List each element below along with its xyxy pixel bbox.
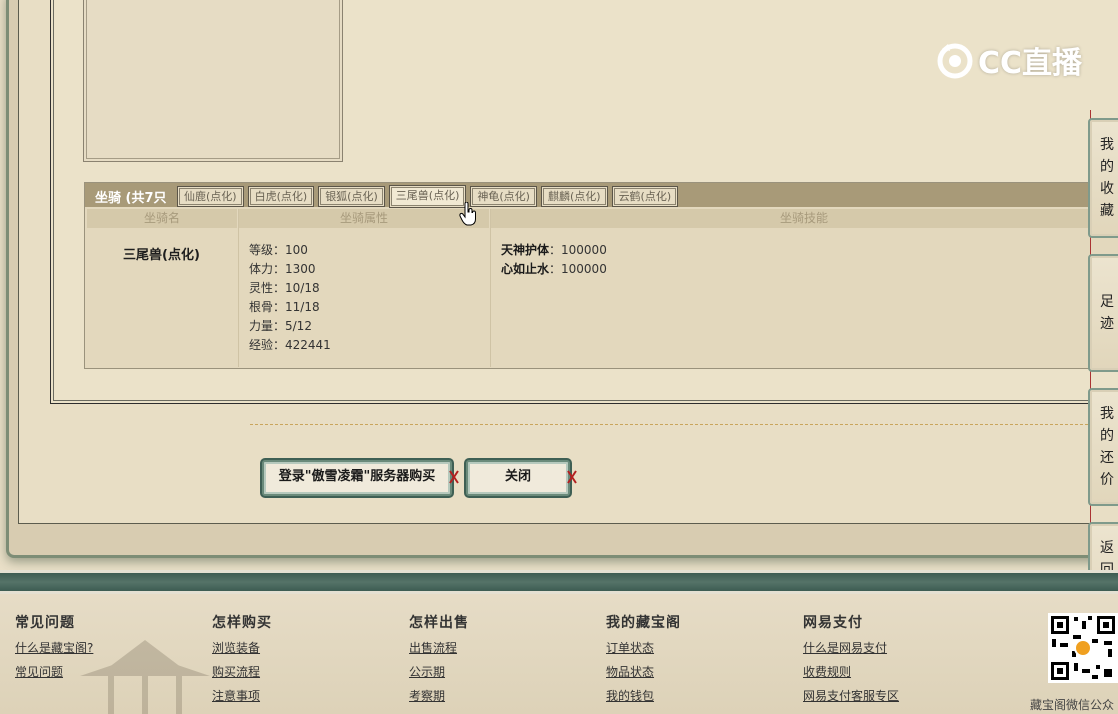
footer-link[interactable]: 物品状态: [606, 660, 681, 684]
footer-column-faq: 常见问题 什么是藏宝阁? 常见问题: [15, 612, 93, 684]
footer-title: 我的藏宝阁: [606, 615, 681, 631]
sidebar-char: 返: [1100, 540, 1114, 556]
sidebar-char: 价: [1100, 472, 1114, 488]
red-knot-icon: [567, 470, 577, 484]
footer-link[interactable]: 出售流程: [409, 636, 469, 660]
attr-root: 根骨：11/18: [249, 300, 320, 314]
footer-link[interactable]: 收费规则: [803, 660, 899, 684]
footer-link[interactable]: 什么是藏宝阁?: [15, 636, 93, 660]
footer-title: 网易支付: [803, 615, 863, 631]
footer-link[interactable]: 公示期: [409, 660, 469, 684]
footer-title: 常见问题: [15, 615, 75, 631]
tab-mount-2[interactable]: 白虎(点化): [247, 186, 315, 207]
footer-link[interactable]: 什么是网易支付: [803, 636, 899, 660]
attr-stamina: 体力：1300: [249, 262, 316, 276]
watermark-text: CC直播: [978, 46, 1083, 81]
skill-name: 心如止水: [501, 262, 550, 276]
footer-column-how-to-buy: 怎样购买 浏览装备 购买流程 注意事项: [212, 612, 272, 708]
sidebar-char: 我: [1100, 137, 1114, 153]
mount-panel-header: 坐骑 (共7只 仙鹿(点化) 白虎(点化) 银狐(点化) 三尾兽(点化) 神龟(…: [85, 183, 1118, 208]
sidebar-char: 还: [1100, 450, 1114, 466]
sidebar-char: 藏: [1100, 203, 1114, 219]
sidebar-char: 的: [1100, 428, 1114, 444]
sidebar-char: 迹: [1100, 316, 1114, 332]
cc-live-watermark: CC直播: [936, 38, 1082, 82]
attr-experience: 经验：422441: [249, 338, 331, 352]
footer-link[interactable]: 常见问题: [15, 660, 93, 684]
login-server-buy-button[interactable]: 登录"傲雪凌霜"服务器购买: [262, 460, 452, 496]
sidebar-my-offers[interactable]: 我 的 还 价: [1088, 388, 1118, 506]
sidebar-my-favorites[interactable]: 我 的 收 藏: [1088, 118, 1118, 238]
skill-value: ：100000: [549, 243, 607, 257]
attr-strength: 力量：5/12: [249, 319, 312, 333]
sidebar-footprints[interactable]: 足 迹: [1088, 254, 1118, 372]
column-header-attributes: 坐骑属性: [239, 209, 489, 228]
mount-panel: 坐骑 (共7只 仙鹿(点化) 白虎(点化) 银狐(点化) 三尾兽(点化) 神龟(…: [84, 182, 1118, 369]
column-divider: [490, 209, 491, 367]
column-header-skills: 坐骑技能: [491, 209, 1117, 228]
footer-title: 怎样购买: [212, 615, 272, 631]
mount-skills: 天神护体：100000 心如止水：100000: [501, 241, 607, 279]
footer-column-netease-pay: 网易支付 什么是网易支付 收费规则 网易支付客服专区: [803, 612, 899, 708]
mount-attributes: 等级：100 体力：1300 灵性：10/18 根骨：11/18 力量：5/12…: [249, 241, 331, 355]
sidebar-char: 收: [1100, 181, 1114, 197]
mount-count-title: 坐骑 (共7只: [95, 191, 167, 206]
attr-spirit: 灵性：10/18: [249, 281, 320, 295]
footer-link[interactable]: 浏览装备: [212, 636, 272, 660]
skill-row: 心如止水：100000: [501, 260, 607, 279]
hand-cursor-icon: [459, 202, 476, 226]
tab-mount-7[interactable]: 云鹤(点化): [611, 186, 679, 207]
attr-level: 等级：100: [249, 243, 308, 257]
qr-caption: 藏宝阁微信公众: [1030, 698, 1115, 712]
tab-mount-1[interactable]: 仙鹿(点化): [177, 186, 244, 207]
footer-link[interactable]: 网易支付客服专区: [803, 684, 899, 708]
skill-row: 天神护体：100000: [501, 241, 607, 260]
skill-name: 天神护体: [501, 243, 550, 257]
footer-link[interactable]: 考察期: [409, 684, 469, 708]
sidebar-char: 我: [1100, 406, 1114, 422]
close-button[interactable]: 关闭: [466, 460, 570, 496]
tab-mount-6[interactable]: 麒麟(点化): [540, 186, 608, 207]
mount-name: 三尾兽(点化): [123, 248, 200, 263]
tab-mount-4-active[interactable]: 三尾兽(点化): [388, 185, 467, 208]
mount-tabs: 仙鹿(点化) 白虎(点化) 银狐(点化) 三尾兽(点化) 神龟(点化) 麒麟(点…: [177, 185, 679, 208]
dashed-separator: [250, 424, 1118, 425]
column-header-name: 坐骑名: [87, 209, 237, 228]
sidebar-char: 足: [1100, 294, 1114, 310]
footer-column-how-to-sell: 怎样出售 出售流程 公示期 考察期: [409, 612, 469, 708]
footer-title: 怎样出售: [409, 615, 469, 631]
skill-value: ：100000: [549, 262, 607, 276]
tab-mount-5[interactable]: 神龟(点化): [470, 186, 537, 207]
footer-link[interactable]: 购买流程: [212, 660, 272, 684]
item-preview-box: [83, 0, 343, 162]
wechat-qr-code: [1048, 613, 1118, 683]
footer-link[interactable]: 订单状态: [606, 636, 681, 660]
cc-logo-icon: [937, 43, 973, 79]
sidebar-char: 的: [1100, 159, 1114, 175]
footer-column-my-account: 我的藏宝阁 订单状态 物品状态 我的钱包: [606, 612, 681, 708]
tab-mount-3[interactable]: 银狐(点化): [318, 186, 385, 207]
column-divider: [238, 209, 239, 367]
footer-divider: [0, 570, 1118, 594]
footer-link[interactable]: 我的钱包: [606, 684, 681, 708]
red-knot-icon: [449, 470, 459, 484]
footer-link[interactable]: 注意事项: [212, 684, 272, 708]
